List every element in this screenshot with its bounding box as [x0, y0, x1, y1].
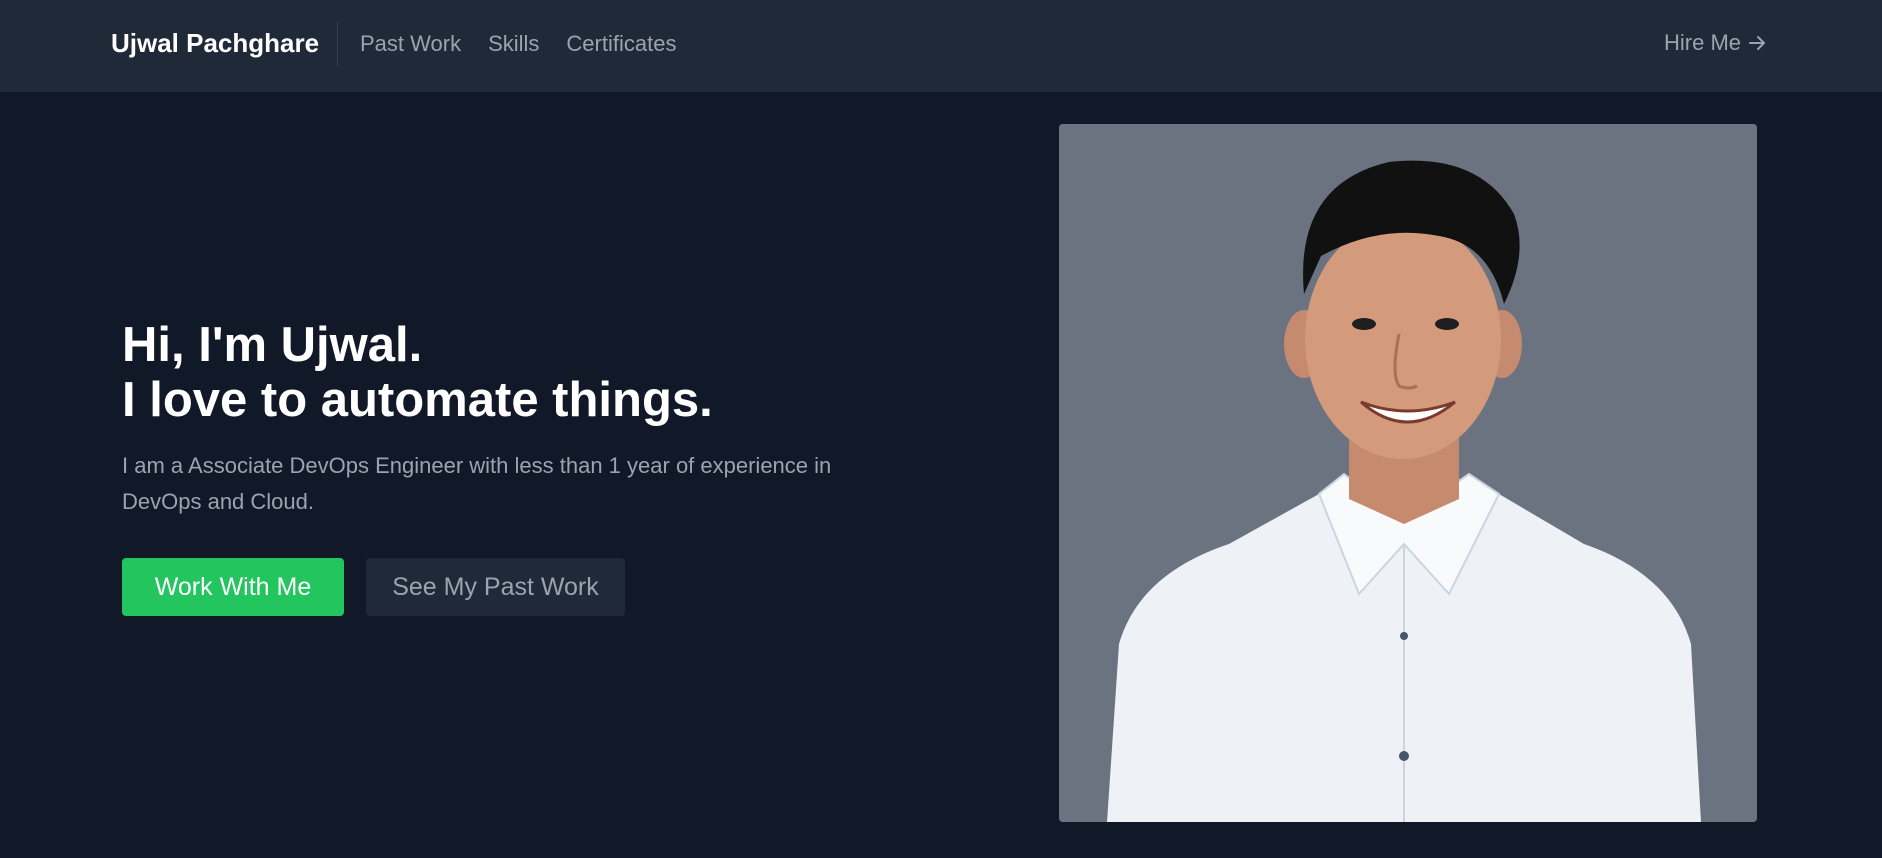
- hire-me-label: Hire Me: [1664, 30, 1742, 55]
- nav-link-certificates[interactable]: Certificates: [566, 31, 676, 57]
- profile-photo-illustration: [1059, 124, 1757, 822]
- profile-photo: [1059, 124, 1757, 822]
- arrow-right-icon: [1747, 33, 1767, 53]
- see-past-work-button[interactable]: See My Past Work: [366, 558, 625, 616]
- brand-name[interactable]: Ujwal Pachghare: [111, 28, 319, 59]
- hero-subtitle: I am a Associate DevOps Engineer with le…: [122, 453, 832, 514]
- work-with-me-button[interactable]: Work With Me: [122, 558, 344, 616]
- hero-headline: Hi, I'm Ujwal. I love to automate things…: [122, 318, 922, 428]
- nav-links: Past Work Skills Certificates: [360, 31, 676, 57]
- nav-divider: [337, 22, 338, 66]
- hero-text: Hi, I'm Ujwal. I love to automate things…: [122, 318, 922, 616]
- nav-link-past-work[interactable]: Past Work: [360, 31, 461, 57]
- hire-me-link[interactable]: Hire Me: [1664, 30, 1767, 56]
- nav-link-skills[interactable]: Skills: [488, 31, 539, 57]
- hero-buttons: Work With Me See My Past Work: [122, 558, 922, 616]
- headline-line-2: I love to automate things.: [122, 373, 713, 427]
- headline-line-1: Hi, I'm Ujwal.: [122, 318, 423, 372]
- navbar: Ujwal Pachghare Past Work Skills Certifi…: [0, 0, 1882, 92]
